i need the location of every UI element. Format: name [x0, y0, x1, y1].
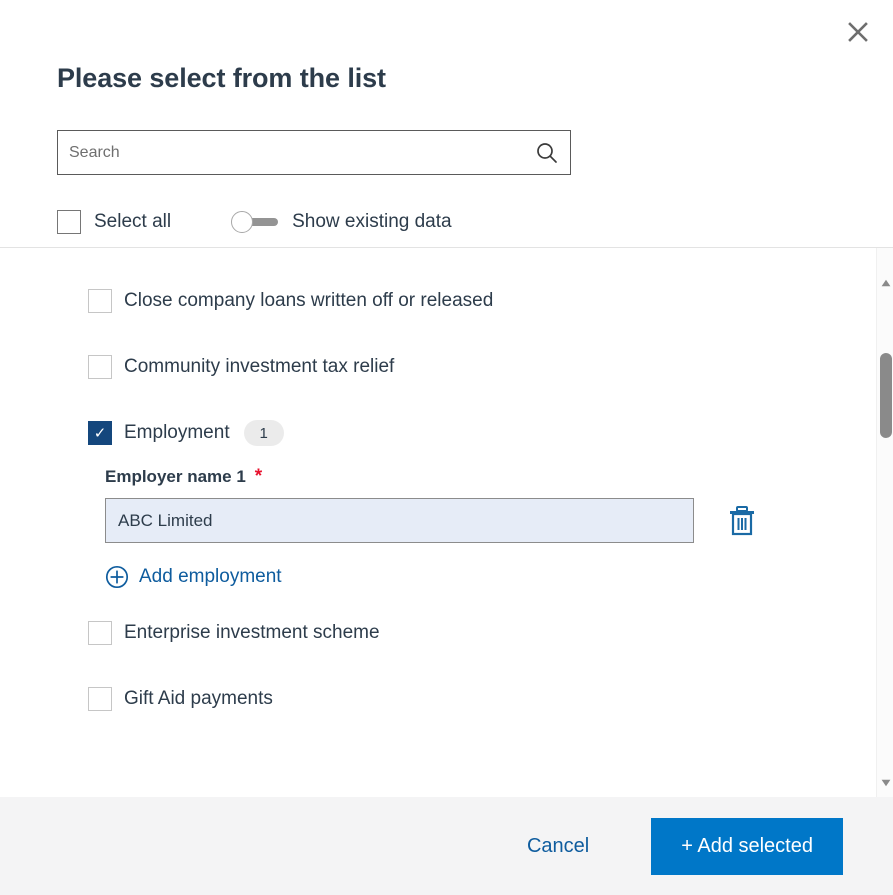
list-item-label: Close company loans written off or relea…	[124, 290, 494, 312]
required-asterisk: *	[254, 466, 263, 488]
select-from-list-dialog: Please select from the list Select all	[0, 0, 893, 895]
caret-down-icon-glyph	[881, 779, 890, 786]
list-item-employment[interactable]: ✓ Employment 1	[0, 400, 893, 466]
close-icon[interactable]	[841, 15, 875, 49]
employer-name-label-row: Employer name 1 *	[105, 466, 893, 488]
trash-icon-glyph	[730, 505, 754, 535]
search-input[interactable]	[58, 131, 570, 175]
caret-up-icon[interactable]	[877, 274, 893, 291]
list-item-checkbox[interactable]	[88, 687, 112, 712]
cancel-button[interactable]: Cancel	[513, 825, 603, 868]
toggle-switch[interactable]	[231, 211, 279, 234]
list-item-checkbox[interactable]	[88, 355, 112, 380]
caret-down-icon[interactable]	[877, 774, 893, 791]
vertical-scrollbar[interactable]	[876, 248, 893, 797]
search-icon[interactable]	[535, 141, 559, 165]
caret-up-icon-glyph	[881, 279, 890, 287]
list-item[interactable]: Close company loans written off or relea…	[0, 268, 893, 334]
list-scroll-area[interactable]: Close company loans written off or relea…	[0, 248, 893, 797]
search-box[interactable]	[57, 130, 571, 176]
list-item[interactable]: Community investment tax relief	[0, 334, 893, 400]
scrollbar-thumb[interactable]	[880, 353, 892, 439]
search-row	[0, 94, 893, 176]
toggle-label: Show existing data	[292, 211, 452, 233]
list-item[interactable]: Gift Aid payments	[0, 666, 893, 732]
add-selected-button[interactable]: + Add selected	[651, 817, 843, 875]
list-container: Close company loans written off or relea…	[0, 248, 893, 732]
page-title: Please select from the list	[57, 63, 386, 93]
employment-detail-panel: Employer name 1 * ABC Limited Add employ…	[0, 466, 893, 600]
toggle-knob	[231, 211, 254, 234]
plus-circle-icon	[105, 565, 129, 589]
list-item-checkbox[interactable]	[88, 621, 112, 646]
list-item-checkbox[interactable]: ✓	[88, 421, 112, 446]
list-item-label: Employment	[124, 422, 230, 444]
list-item-label: Gift Aid payments	[124, 688, 273, 710]
select-all-checkbox[interactable]	[57, 210, 81, 235]
checkmark-icon: ✓	[93, 423, 107, 442]
add-employment-link[interactable]: Add employment	[105, 565, 282, 589]
search-icon-glyph	[537, 143, 557, 163]
plus-circle-icon-glyph	[105, 566, 129, 589]
dialog-header: Please select from the list Select all	[0, 0, 893, 249]
options-row: Select all Show existing data	[0, 175, 893, 247]
dialog-footer: Cancel + Add selected	[0, 797, 893, 895]
show-existing-data-toggle[interactable]: Show existing data	[231, 211, 452, 234]
list-item[interactable]: Enterprise investment scheme	[0, 600, 893, 666]
employer-name-input[interactable]	[105, 498, 694, 544]
employer-name-row	[105, 498, 893, 544]
add-employment-label: Add employment	[139, 566, 282, 588]
status-badge: 1	[243, 420, 284, 447]
list-item-label: Community investment tax relief	[124, 356, 395, 378]
select-all-label[interactable]: Select all	[94, 211, 171, 233]
close-icon-glyph	[848, 22, 868, 42]
employer-name-label: Employer name 1	[105, 467, 246, 487]
list-item-checkbox[interactable]	[88, 289, 112, 314]
list-item-label: Enterprise investment scheme	[124, 622, 380, 644]
trash-icon[interactable]	[728, 505, 756, 537]
